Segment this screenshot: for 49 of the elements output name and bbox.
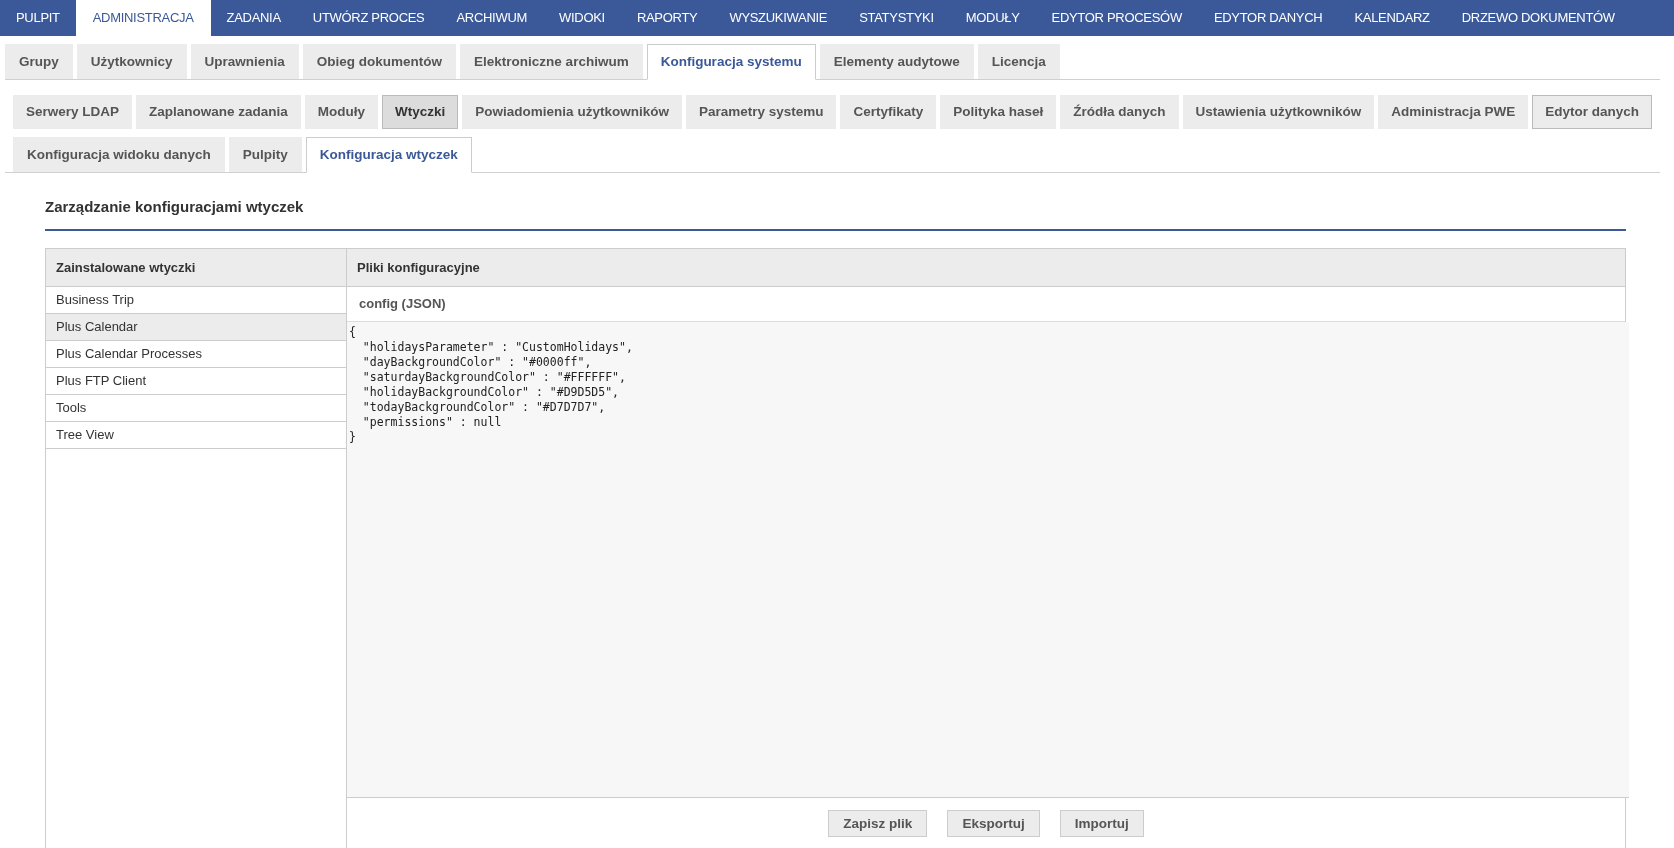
settings-tab[interactable]: Wtyczki	[382, 95, 459, 129]
code-editor[interactable]: { "holidaysParameter" : "CustomHolidays", "dayBackgroundColor" : "#0000ff", "saturdayBackgroundColor" : "#FFFFFF", "holidayBackgroundColor" : "#D9D5D5", "todayBackgroundColor" : "#D7D7D7", "permissions" : null }	[347, 322, 1629, 798]
admin-tab[interactable]: Obieg dokumentów	[302, 44, 457, 79]
action-button[interactable]: Eksportuj	[947, 810, 1040, 837]
settings-tab[interactable]: Źródła danych	[1060, 95, 1179, 129]
plugin-list-item[interactable]: Tools	[46, 395, 346, 422]
plugin-list-item[interactable]: Plus FTP Client	[46, 368, 346, 395]
nav-tab[interactable]: PULPIT	[0, 0, 76, 36]
settings-tab[interactable]: Edytor danych	[1532, 95, 1652, 129]
admin-tab[interactable]: Elektroniczne archiwum	[460, 44, 643, 79]
settings-tab[interactable]: Administracja PWE	[1378, 95, 1529, 129]
admin-tab[interactable]: Grupy	[5, 44, 73, 79]
action-button[interactable]: Importuj	[1059, 810, 1144, 837]
nav-tab[interactable]: WIDOKI	[543, 0, 621, 36]
plugin-tab[interactable]: Konfiguracja widoku danych	[13, 137, 225, 172]
nav-tab[interactable]: MODUŁY	[949, 0, 1036, 36]
nav-tab[interactable]: EDYTOR PROCESÓW	[1035, 0, 1198, 36]
plugin-list-item[interactable]: Tree View	[46, 422, 346, 449]
column-header: Zainstalowane wtyczki	[46, 249, 346, 287]
admin-tab[interactable]: Uprawnienia	[190, 44, 299, 79]
settings-tab[interactable]: Moduły	[304, 95, 379, 129]
action-button[interactable]: Zapisz plik	[828, 810, 928, 837]
nav-tab[interactable]: WYSZUKIWANIE	[713, 0, 844, 36]
nav-tab[interactable]: UTWÓRZ PROCES	[296, 0, 441, 36]
plugin-tab[interactable]: Konfiguracja wtyczek	[305, 137, 472, 173]
nav-tab[interactable]: RAPORTY	[620, 0, 714, 36]
settings-tab[interactable]: Polityka haseł	[940, 95, 1057, 129]
nav-tab[interactable]: ARCHIWUM	[440, 0, 543, 36]
settings-tab[interactable]: Parametry systemu	[685, 95, 837, 129]
plugin-tab[interactable]: Pulpity	[228, 137, 302, 172]
admin-tab[interactable]: Elementy audytowe	[819, 44, 974, 79]
column-header: Pliki konfiguracyjne	[347, 249, 1625, 287]
admin-tab[interactable]: Konfiguracja systemu	[646, 44, 816, 80]
nav-tab[interactable]: DRZEWO DOKUMENTÓW	[1445, 0, 1631, 36]
settings-tab[interactable]: Zaplanowane zadania	[136, 95, 301, 129]
plugin-list-item[interactable]: Plus Calendar Processes	[46, 341, 346, 368]
admin-tab[interactable]: Licencja	[977, 44, 1060, 79]
plugin-list-item[interactable]: Plus Calendar	[46, 314, 346, 341]
nav-tab[interactable]: EDYTOR DANYCH	[1197, 0, 1339, 36]
admin-tab[interactable]: Użytkownicy	[76, 44, 187, 79]
nav-tab[interactable]: ADMINISTRACJA	[75, 0, 211, 36]
settings-tab[interactable]: Certyfikaty	[840, 95, 937, 129]
nav-tab[interactable]: KALENDARZ	[1338, 0, 1446, 36]
settings-tab[interactable]: Powiadomienia użytkowników	[462, 95, 682, 129]
settings-tab[interactable]: Ustawienia użytkowników	[1182, 95, 1375, 129]
nav-tab[interactable]: ZADANIA	[210, 0, 297, 36]
nav-tab[interactable]: STATYSTYKI	[843, 0, 950, 36]
page-heading: Zarządzanie konfiguracjami wtyczek	[45, 173, 1626, 231]
settings-tab[interactable]: Serwery LDAP	[13, 95, 133, 129]
